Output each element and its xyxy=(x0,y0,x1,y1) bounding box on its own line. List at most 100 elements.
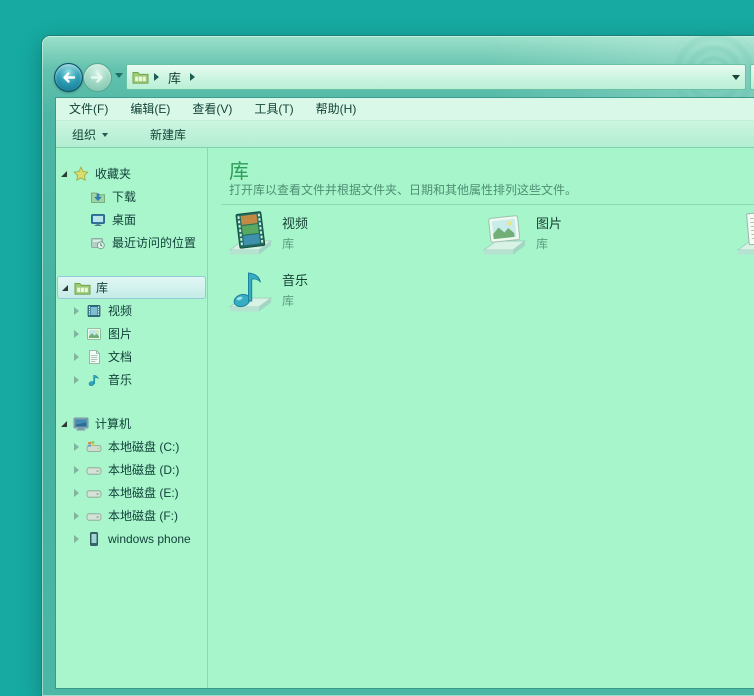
library-item-documents[interactable]: 文档 库 xyxy=(735,210,754,260)
organize-label: 组织 xyxy=(72,126,96,143)
video-library-icon xyxy=(227,210,273,260)
section-computer: 计算机 xyxy=(56,412,207,550)
system-disk-icon xyxy=(86,439,103,455)
menu-view[interactable]: 查看(V) xyxy=(181,98,243,120)
command-toolbar: 组织 新建库 xyxy=(56,121,754,148)
collapsed-arrow-icon[interactable] xyxy=(74,307,79,315)
sidebar-item-recent-places[interactable]: 最近访问的位置 xyxy=(56,231,207,254)
sidebar-item-label: windows phone xyxy=(108,532,191,546)
recent-pages-chevron-icon[interactable] xyxy=(115,73,123,78)
items-view: 库 打开库以查看文件并根据文件夹、日期和其他属性排列这些文件。 xyxy=(208,148,754,688)
library-item-kind: 库 xyxy=(282,235,308,252)
collapsed-arrow-icon[interactable] xyxy=(74,466,79,474)
organize-button[interactable]: 组织 xyxy=(62,123,118,145)
forward-button[interactable] xyxy=(83,63,112,92)
sidebar-item-label: 图片 xyxy=(108,325,132,342)
explorer-window: 库 文件(F) 编辑(E) 查看(V) 工具(T) 帮助(H) 组织 新建库 xyxy=(42,36,754,696)
disk-icon xyxy=(86,462,103,478)
address-dropdown-button[interactable] xyxy=(726,65,745,89)
sidebar-item-label: 本地磁盘 (C:) xyxy=(108,438,179,455)
recent-places-icon xyxy=(90,235,107,251)
breadcrumb-libraries[interactable]: 库 xyxy=(164,66,185,89)
back-button[interactable] xyxy=(54,63,83,92)
sidebar-item-music[interactable]: 音乐 xyxy=(56,368,207,391)
menu-edit[interactable]: 编辑(E) xyxy=(119,98,181,120)
sidebar-item-videos[interactable]: 视频 xyxy=(56,299,207,322)
breadcrumb-arrow-icon[interactable] xyxy=(190,73,195,81)
page-title: 库 xyxy=(229,155,249,184)
section-libraries: 库 xyxy=(56,276,207,391)
navigation-pane: 收藏夹 下载 xyxy=(56,148,208,688)
collapsed-arrow-icon[interactable] xyxy=(74,512,79,520)
expanded-arrow-icon[interactable] xyxy=(62,285,68,291)
sidebar-item-label: 桌面 xyxy=(112,211,136,228)
chevron-down-icon xyxy=(732,75,740,80)
expanded-arrow-icon[interactable] xyxy=(61,421,67,427)
library-item-name: 图片 xyxy=(536,215,562,232)
new-library-label: 新建库 xyxy=(150,126,186,143)
header-divider xyxy=(221,204,754,205)
music-library-icon xyxy=(227,267,273,317)
sidebar-item-label: 视频 xyxy=(108,302,132,319)
star-icon xyxy=(73,166,90,182)
collapsed-arrow-icon[interactable] xyxy=(74,353,79,361)
menu-tools[interactable]: 工具(T) xyxy=(243,98,304,120)
collapsed-arrow-icon[interactable] xyxy=(74,376,79,384)
menu-help[interactable]: 帮助(H) xyxy=(305,98,368,120)
sidebar-item-disk-c[interactable]: 本地磁盘 (C:) xyxy=(56,435,207,458)
sidebar-item-disk-d[interactable]: 本地磁盘 (D:) xyxy=(56,458,207,481)
menu-bar: 文件(F) 编辑(E) 查看(V) 工具(T) 帮助(H) xyxy=(56,98,754,121)
sidebar-item-label: 本地磁盘 (E:) xyxy=(108,484,179,501)
library-item-name: 视频 xyxy=(282,215,308,232)
collapsed-arrow-icon[interactable] xyxy=(74,489,79,497)
documents-library-icon xyxy=(735,210,754,260)
new-library-button[interactable]: 新建库 xyxy=(140,123,196,145)
pictures-library-icon xyxy=(481,210,527,260)
library-item-videos[interactable]: 视频 库 xyxy=(227,210,308,260)
sidebar-item-desktop[interactable]: 桌面 xyxy=(56,208,207,231)
sidebar-item-favorites[interactable]: 收藏夹 xyxy=(56,162,207,185)
library-folder-icon xyxy=(132,69,149,85)
collapsed-arrow-icon[interactable] xyxy=(74,535,79,543)
sidebar-item-disk-f[interactable]: 本地磁盘 (F:) xyxy=(56,504,207,527)
disk-icon xyxy=(86,508,103,524)
library-item-kind: 库 xyxy=(282,292,308,309)
sidebar-item-label: 下载 xyxy=(112,188,136,205)
client-area: 文件(F) 编辑(E) 查看(V) 工具(T) 帮助(H) 组织 新建库 xyxy=(56,98,754,688)
sidebar-item-windows-phone[interactable]: windows phone xyxy=(56,527,207,550)
collapsed-arrow-icon[interactable] xyxy=(74,443,79,451)
sidebar-item-label: 最近访问的位置 xyxy=(112,234,196,251)
sidebar-item-label: 本地磁盘 (D:) xyxy=(108,461,179,478)
sidebar-item-label: 库 xyxy=(96,279,108,296)
refresh-button[interactable] xyxy=(750,64,754,90)
page-subtitle: 打开库以查看文件并根据文件夹、日期和其他属性排列这些文件。 xyxy=(229,181,577,198)
menu-file[interactable]: 文件(F) xyxy=(58,98,119,120)
library-item-music[interactable]: 音乐 库 xyxy=(227,267,308,317)
music-icon xyxy=(86,372,103,388)
breadcrumb-arrow-icon xyxy=(154,73,159,81)
library-item-pictures[interactable]: 图片 库 xyxy=(481,210,562,260)
sidebar-item-label: 本地磁盘 (F:) xyxy=(108,507,178,524)
sidebar-item-libraries[interactable]: 库 xyxy=(57,276,206,299)
disk-icon xyxy=(86,485,103,501)
collapsed-arrow-icon[interactable] xyxy=(74,330,79,338)
libraries-folder-icon xyxy=(74,280,91,296)
library-item-name: 音乐 xyxy=(282,272,308,289)
address-bar[interactable]: 库 xyxy=(126,64,746,90)
expanded-arrow-icon[interactable] xyxy=(61,171,67,177)
sidebar-item-label: 文档 xyxy=(108,348,132,365)
library-item-kind: 库 xyxy=(536,235,562,252)
sidebar-item-computer[interactable]: 计算机 xyxy=(56,412,207,435)
video-icon xyxy=(86,303,103,319)
sidebar-item-downloads[interactable]: 下载 xyxy=(56,185,207,208)
sidebar-item-label: 收藏夹 xyxy=(95,165,131,182)
sidebar-item-pictures[interactable]: 图片 xyxy=(56,322,207,345)
documents-icon xyxy=(86,349,103,365)
phone-icon xyxy=(86,531,103,547)
computer-icon xyxy=(73,416,90,432)
sidebar-item-label: 音乐 xyxy=(108,371,132,388)
sidebar-item-documents[interactable]: 文档 xyxy=(56,345,207,368)
chevron-down-icon xyxy=(102,133,108,137)
downloads-folder-icon xyxy=(90,189,107,205)
sidebar-item-disk-e[interactable]: 本地磁盘 (E:) xyxy=(56,481,207,504)
